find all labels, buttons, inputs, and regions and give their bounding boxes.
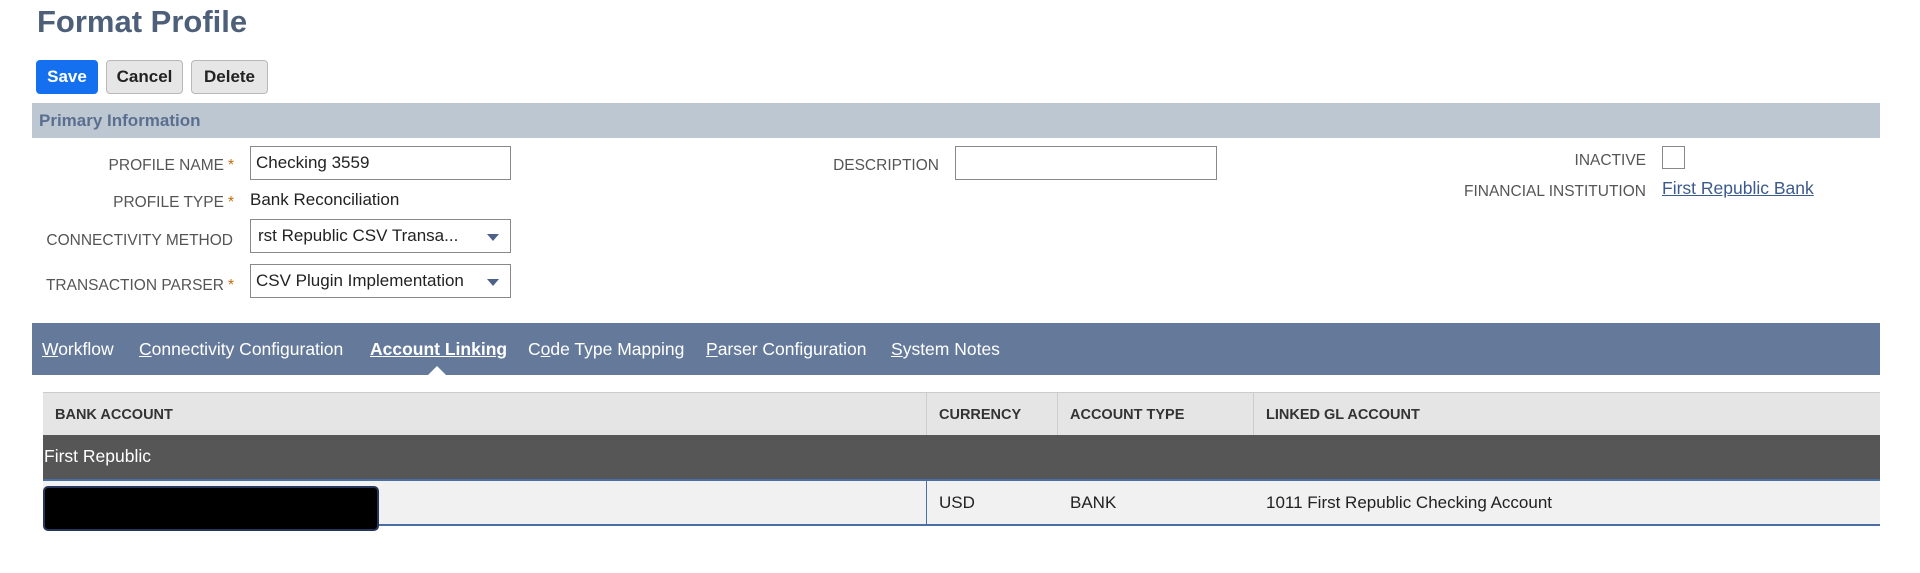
primary-information-header[interactable]: Primary Information <box>32 103 1880 138</box>
delete-button[interactable]: Delete <box>191 60 268 94</box>
subtab-bar: Workflow Connectivity Configuration Acco… <box>32 323 1880 375</box>
financial-institution-label: FINANCIAL INSTITUTION <box>1464 183 1646 200</box>
profile-type-label: PROFILE TYPE * <box>113 194 234 211</box>
active-tab-indicator <box>428 366 446 375</box>
cancel-button[interactable]: Cancel <box>106 60 183 94</box>
column-currency[interactable]: CURRENCY <box>927 393 1058 436</box>
save-button[interactable]: Save <box>36 60 98 94</box>
description-label: DESCRIPTION <box>833 157 939 174</box>
inactive-label: INACTIVE <box>1574 152 1646 169</box>
section-title: Primary Information <box>39 111 201 130</box>
tab-connectivity-configuration[interactable]: Connectivity Configuration <box>139 339 343 360</box>
tab-code-type-mapping[interactable]: Code Type Mapping <box>528 339 684 360</box>
transaction-parser-label: TRANSACTION PARSER * <box>45 277 234 294</box>
column-bank-account[interactable]: BANK ACCOUNT <box>43 393 927 436</box>
table-header: BANK ACCOUNT CURRENCY ACCOUNT TYPE LINKE… <box>43 392 1880 436</box>
tab-account-linking[interactable]: Account Linking <box>370 339 507 360</box>
redacted-bank-account <box>43 486 379 531</box>
profile-name-label: PROFILE NAME * <box>108 157 234 174</box>
profile-type-value: Bank Reconciliation <box>250 190 400 209</box>
transaction-parser-select[interactable]: CSV Plugin Implementation <box>250 264 511 298</box>
tab-system-notes[interactable]: System Notes <box>891 339 1000 360</box>
column-account-type[interactable]: ACCOUNT TYPE <box>1058 393 1254 436</box>
cell-linked-gl-account: 1011 First Republic Checking Account <box>1266 493 1553 512</box>
page-title: Format Profile <box>37 4 248 39</box>
column-linked-gl-account[interactable]: LINKED GL ACCOUNT <box>1254 393 1880 436</box>
description-input[interactable] <box>955 146 1217 180</box>
connectivity-method-select[interactable]: rst Republic CSV Transa... <box>250 219 511 253</box>
tab-workflow[interactable]: Workflow <box>42 339 114 360</box>
inactive-checkbox[interactable] <box>1662 146 1685 169</box>
tab-parser-configuration[interactable]: Parser Configuration <box>706 339 867 360</box>
cell-currency: USD <box>939 493 975 512</box>
connectivity-method-label: CONNECTIVITY METHOD <box>46 232 233 249</box>
group-row: First Republic <box>43 435 1880 479</box>
financial-institution-link[interactable]: First Republic Bank <box>1662 178 1814 199</box>
profile-name-input[interactable]: Checking 3559 <box>250 146 511 180</box>
cell-account-type: BANK <box>1070 493 1117 512</box>
